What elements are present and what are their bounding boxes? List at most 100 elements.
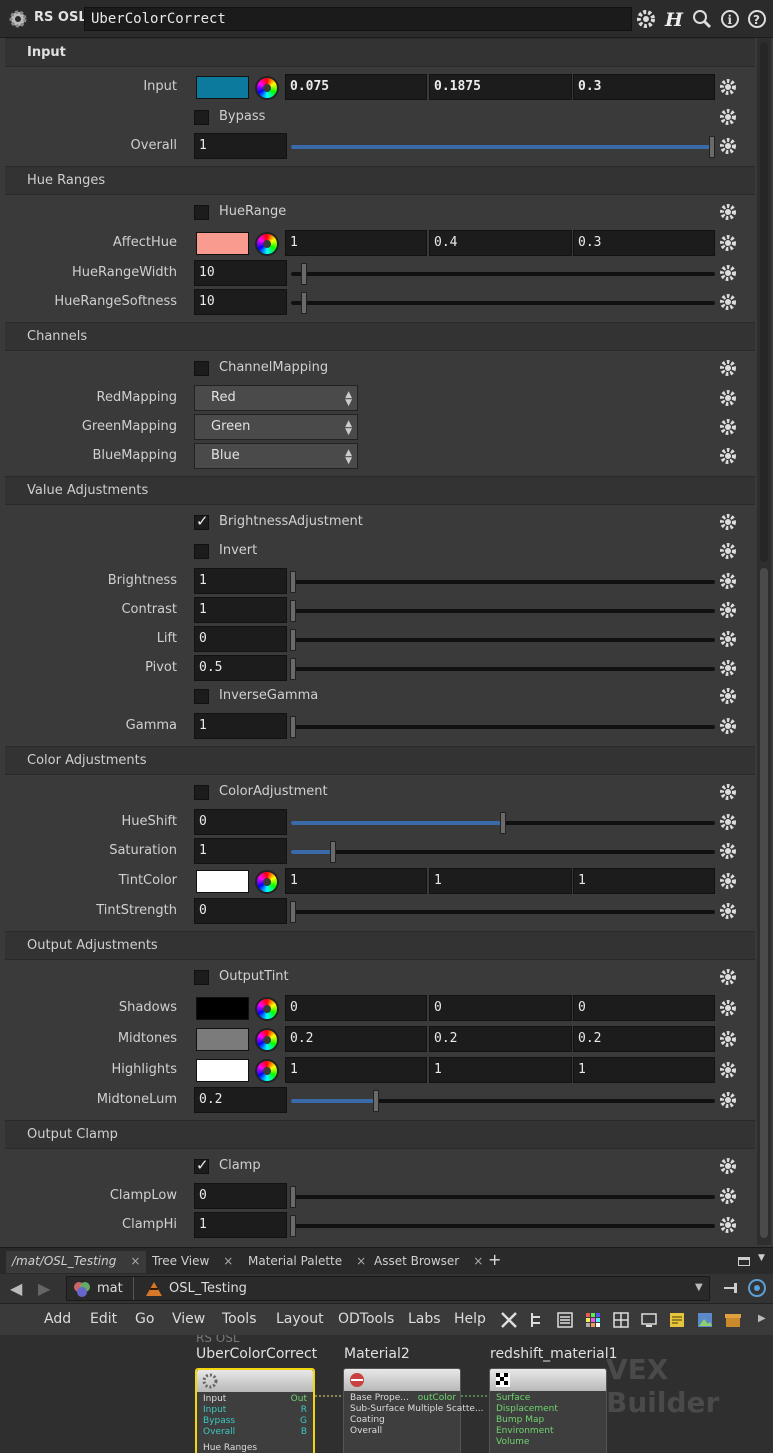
path-root[interactable]: mat [97,1281,123,1296]
channelmapping-checkbox[interactable] [194,361,209,376]
menu-labs[interactable]: Labs [408,1311,441,1327]
slider-handle[interactable] [372,1090,379,1112]
info-icon[interactable]: i [719,8,741,30]
overall-slider[interactable] [291,136,715,158]
node-gear-icon[interactable] [8,9,28,29]
midtones-color-swatch[interactable] [196,1028,249,1051]
outputtint-checkbox[interactable] [194,970,209,985]
clamphi-slider[interactable] [290,1215,715,1237]
grid-list-icon[interactable] [612,1311,630,1329]
highlights-r-field[interactable]: 1 [285,1057,427,1083]
menu-odtools[interactable]: ODTools [338,1311,394,1327]
node-input-port[interactable]: Base Prope... [350,1393,409,1403]
clamplow-field[interactable]: 0 [194,1183,287,1209]
inversegamma-checkbox[interactable] [194,689,209,704]
color-wheel-icon[interactable] [255,1059,279,1083]
lift-slider[interactable] [290,629,715,651]
gear-icon[interactable] [635,8,657,30]
gear-icon[interactable] [718,263,738,283]
contrast-slider[interactable] [290,600,715,622]
midtones-b-field[interactable]: 0.2 [573,1026,715,1052]
node-output-port[interactable]: B [301,1427,307,1437]
section-hue-ranges[interactable]: Hue Ranges [5,166,755,195]
gear-icon[interactable] [718,600,738,620]
gear-icon[interactable] [718,292,738,312]
link-circle-icon[interactable] [747,1278,767,1298]
tintcolor-b-field[interactable]: 1 [573,868,715,894]
midtones-g-field[interactable]: 0.2 [429,1026,572,1052]
midtones-r-field[interactable]: 0.2 [285,1026,427,1052]
node-ubercolorcorrect[interactable]: Input Input Bypass Overall Hue Ranges Ou… [195,1368,315,1453]
greenmapping-dropdown[interactable]: Green ▲ ▼ [194,414,358,440]
chevron-down-icon[interactable]: ▼ [758,1253,765,1263]
node-output-port[interactable]: R [301,1405,307,1415]
question-icon[interactable]: ? [746,8,768,30]
section-channels[interactable]: Channels [5,322,755,351]
slider-handle[interactable] [290,1186,296,1208]
slider-handle[interactable] [290,1215,296,1237]
clamphi-field[interactable]: 1 [194,1212,287,1238]
gear-icon[interactable] [718,358,738,378]
node-title-material2[interactable]: Material2 [344,1346,410,1362]
color-grid-icon[interactable] [584,1311,602,1329]
gear-icon[interactable] [718,782,738,802]
path-node[interactable]: OSL_Testing [169,1281,247,1296]
section-color-adjustments[interactable]: Color Adjustments [5,746,755,775]
node-input-port[interactable]: Sub-Surface Multiple Scatte... [350,1404,484,1414]
gear-icon[interactable] [718,686,738,706]
tab-asset-browser[interactable]: Asset Browser × [368,1251,489,1273]
close-icon[interactable]: × [356,1254,366,1268]
saturation-field[interactable]: 1 [194,838,287,864]
lift-field[interactable]: 0 [194,626,287,652]
chevron-right-icon[interactable]: ▶ [758,1313,766,1324]
back-arrow-icon[interactable]: ◀ [10,1279,22,1298]
shadows-b-field[interactable]: 0 [573,995,715,1021]
gear-icon[interactable] [718,871,738,891]
gear-icon[interactable] [718,1029,738,1049]
midtonelum-slider[interactable] [291,1090,715,1112]
color-wheel-icon[interactable] [255,997,279,1021]
scrollbar-thumb[interactable] [760,568,768,1238]
list-icon[interactable] [556,1311,574,1329]
path-field[interactable]: mat OSL_Testing ▼ [66,1276,710,1301]
slider-handle[interactable] [301,292,307,314]
tintcolor-r-field[interactable]: 1 [285,868,427,894]
hueshift-slider[interactable] [291,812,715,834]
node-input-port[interactable]: Input [203,1394,226,1404]
huerangesoftness-slider[interactable] [291,292,715,314]
affecthue-b-field[interactable]: 0.3 [573,230,715,256]
gear-icon[interactable] [718,1156,738,1176]
tree-icon[interactable] [528,1311,546,1329]
input-color-swatch[interactable] [196,76,249,99]
gear-icon[interactable] [718,571,738,591]
slider-handle[interactable] [709,136,715,158]
node-input-port[interactable]: Input [203,1405,226,1415]
input-g-field[interactable]: 0.1875 [429,74,572,100]
node-output-port[interactable]: G [300,1416,307,1426]
invert-checkbox[interactable] [194,544,209,559]
node-input-port[interactable]: Overall [203,1427,235,1437]
redmapping-dropdown[interactable]: Red ▲ ▼ [194,385,358,411]
shadows-color-swatch[interactable] [196,997,249,1020]
tintcolor-color-swatch[interactable] [196,870,249,893]
section-output-adjustments[interactable]: Output Adjustments [5,931,755,960]
box-icon[interactable] [724,1311,742,1329]
color-wheel-icon[interactable] [255,232,279,256]
slider-handle[interactable] [290,716,296,738]
slider-handle[interactable] [330,841,337,863]
node-input-port[interactable]: Volume [496,1437,529,1447]
brightness-field[interactable]: 1 [194,568,287,594]
affecthue-r-field[interactable]: 1 [285,230,427,256]
slider-handle[interactable] [290,571,296,593]
bypass-checkbox[interactable] [194,110,209,125]
node-redshift-material1[interactable]: Surface Displacement Bump Map Environmen… [489,1368,607,1453]
gear-icon[interactable] [718,107,738,127]
node-input-port[interactable]: Overall [350,1426,382,1436]
add-tab-plus-icon[interactable]: + [488,1250,501,1269]
pivot-slider[interactable] [290,658,715,680]
gear-icon[interactable] [718,841,738,861]
section-input[interactable]: Input [5,38,755,67]
tab-tree-view[interactable]: Tree View × [146,1251,239,1273]
menu-view[interactable]: View [172,1311,205,1327]
node-title-redshift[interactable]: redshift_material1 [490,1346,618,1362]
